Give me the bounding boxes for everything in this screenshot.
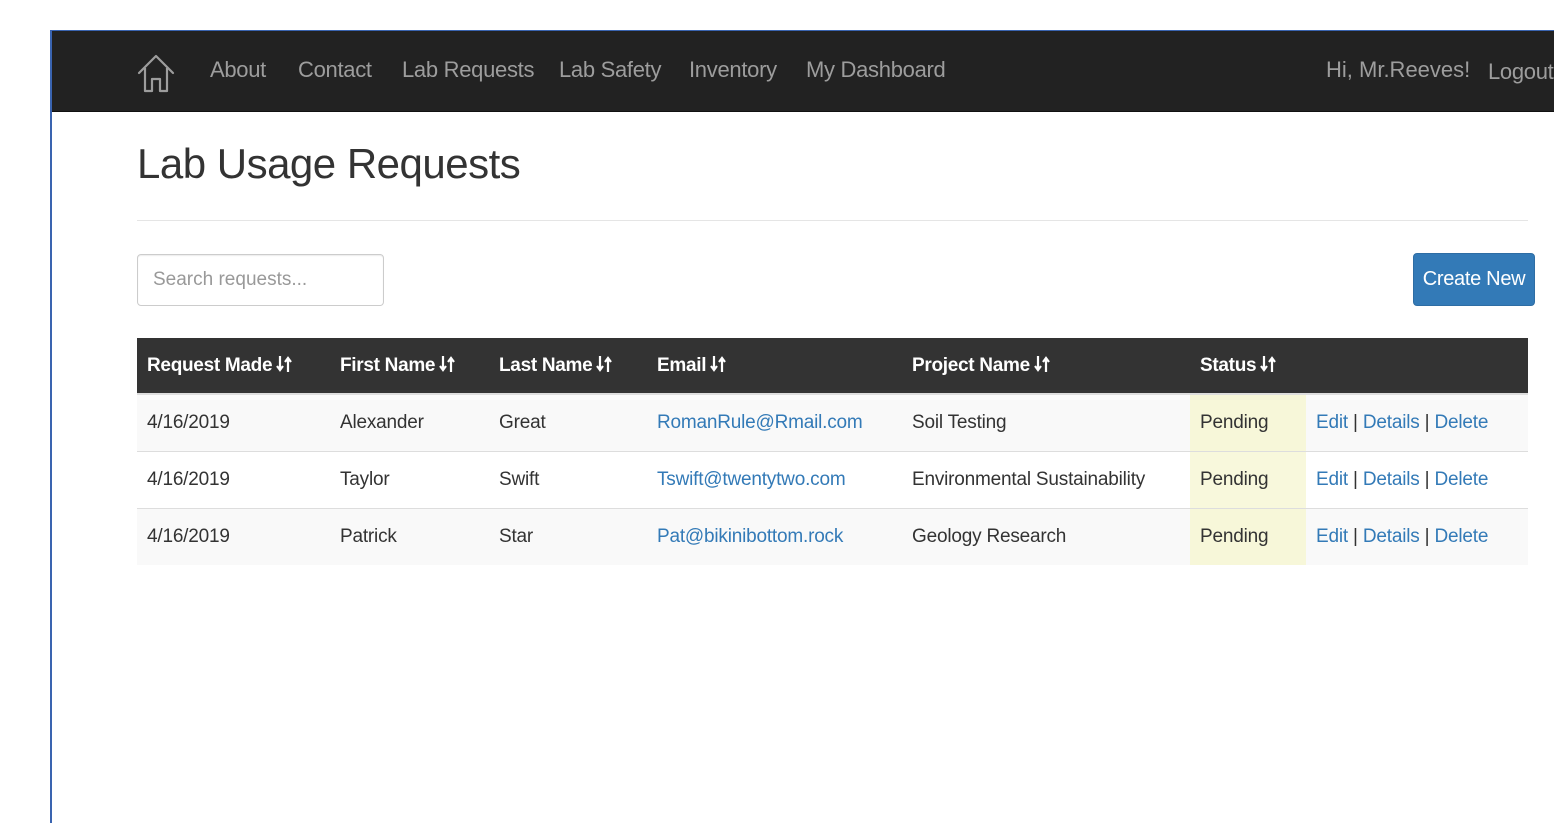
cell-project-name: Geology Research: [902, 507, 1190, 565]
sort-arrows-icon[interactable]: [710, 355, 727, 373]
delete-link[interactable]: Delete: [1435, 526, 1489, 547]
nav-link-lab-requests[interactable]: Lab Requests: [402, 57, 534, 83]
status-badge: Pending: [1190, 450, 1306, 508]
nav-link-lab-safety[interactable]: Lab Safety: [559, 57, 662, 83]
header-label: Last Name: [499, 354, 593, 376]
email-link[interactable]: Tswift@twentytwo.com: [657, 469, 846, 490]
cell-first-name: Alexander: [330, 393, 489, 451]
cell-actions: Edit | Details | Delete: [1306, 450, 1528, 508]
delete-link[interactable]: Delete: [1435, 412, 1489, 433]
table-header-row: Request Made First Name Last Name Email …: [137, 338, 1528, 395]
header-last-name[interactable]: Last Name: [489, 338, 647, 395]
edit-link[interactable]: Edit: [1316, 412, 1348, 433]
email-link[interactable]: RomanRule@Rmail.com: [657, 412, 863, 433]
nav-link-contact[interactable]: Contact: [298, 57, 372, 83]
nav-link-my-dashboard[interactable]: My Dashboard: [806, 57, 946, 83]
header-request-made[interactable]: Request Made: [137, 338, 330, 395]
requests-table: Request Made First Name Last Name Email …: [137, 338, 1528, 565]
page-title: Lab Usage Requests: [137, 140, 521, 187]
details-link[interactable]: Details: [1363, 526, 1420, 547]
edit-link[interactable]: Edit: [1316, 469, 1348, 490]
home-icon[interactable]: [136, 51, 176, 95]
title-divider: [137, 220, 1528, 221]
cell-request-made: 4/16/2019: [137, 393, 330, 451]
action-separator: |: [1353, 411, 1358, 433]
cell-last-name: Star: [489, 507, 647, 565]
action-separator: |: [1353, 525, 1358, 547]
cell-last-name: Swift: [489, 450, 647, 508]
cell-email: Tswift@twentytwo.com: [647, 450, 902, 508]
table-row: 4/16/2019 Alexander Great RomanRule@Rmai…: [137, 393, 1528, 451]
header-label: Project Name: [912, 354, 1030, 376]
cell-project-name: Environmental Sustainability: [902, 450, 1190, 508]
cell-first-name: Patrick: [330, 507, 489, 565]
action-separator: |: [1424, 468, 1430, 490]
header-actions: [1306, 338, 1528, 395]
table-row: 4/16/2019 Patrick Star Pat@bikinibottom.…: [137, 507, 1528, 565]
header-label: Email: [657, 354, 707, 376]
sort-arrows-icon[interactable]: [1260, 355, 1277, 373]
edit-link[interactable]: Edit: [1316, 526, 1348, 547]
logout-link[interactable]: Logout: [1488, 59, 1554, 85]
email-link[interactable]: Pat@bikinibottom.rock: [657, 526, 843, 547]
nav-link-about[interactable]: About: [210, 57, 266, 83]
cell-request-made: 4/16/2019: [137, 507, 330, 565]
cell-last-name: Great: [489, 393, 647, 451]
table-row: 4/16/2019 Taylor Swift Tswift@twentytwo.…: [137, 450, 1528, 508]
sort-arrows-icon[interactable]: [596, 355, 613, 373]
cell-email: RomanRule@Rmail.com: [647, 393, 902, 451]
header-project-name[interactable]: Project Name: [902, 338, 1190, 395]
action-separator: |: [1424, 411, 1430, 433]
sort-arrows-icon[interactable]: [276, 355, 293, 373]
header-email[interactable]: Email: [647, 338, 902, 395]
details-link[interactable]: Details: [1363, 469, 1420, 490]
header-label: Status: [1200, 354, 1257, 376]
cell-actions: Edit | Details | Delete: [1306, 393, 1528, 451]
search-input[interactable]: [137, 254, 384, 306]
cell-actions: Edit | Details | Delete: [1306, 507, 1528, 565]
header-label: First Name: [340, 354, 436, 376]
cell-request-made: 4/16/2019: [137, 450, 330, 508]
sort-arrows-icon[interactable]: [439, 355, 456, 373]
delete-link[interactable]: Delete: [1435, 469, 1489, 490]
cell-first-name: Taylor: [330, 450, 489, 508]
header-first-name[interactable]: First Name: [330, 338, 489, 395]
sort-arrows-icon[interactable]: [1033, 355, 1050, 373]
header-label: Request Made: [147, 354, 273, 376]
cell-project-name: Soil Testing: [902, 393, 1190, 451]
action-separator: |: [1424, 525, 1430, 547]
status-badge: Pending: [1190, 393, 1306, 451]
details-link[interactable]: Details: [1363, 412, 1420, 433]
create-new-button[interactable]: Create New: [1413, 253, 1535, 306]
user-greeting: Hi, Mr.Reeves!: [1326, 57, 1471, 82]
window-left-border: [50, 30, 52, 823]
header-status[interactable]: Status: [1190, 338, 1306, 395]
action-separator: |: [1353, 468, 1358, 490]
cell-email: Pat@bikinibottom.rock: [647, 507, 902, 565]
status-badge: Pending: [1190, 507, 1306, 565]
top-navbar: About Contact Lab Requests Lab Safety In…: [52, 30, 1554, 112]
nav-link-inventory[interactable]: Inventory: [689, 57, 777, 83]
